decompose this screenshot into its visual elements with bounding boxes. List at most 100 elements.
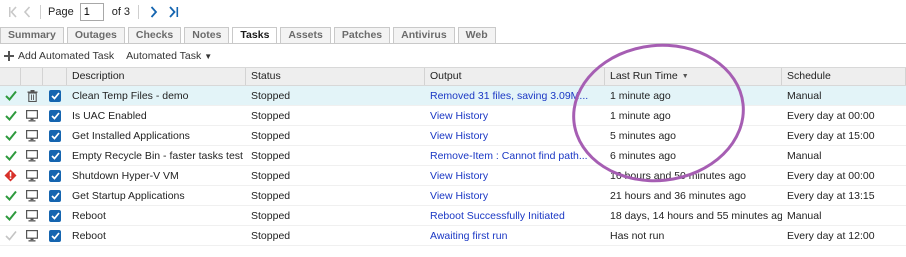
table-row[interactable]: Reboot Stopped Reboot Successfully Initiat… xyxy=(0,206,906,226)
task-description: Reboot xyxy=(72,229,106,242)
task-status: Stopped xyxy=(251,109,291,122)
task-output-link[interactable]: View History xyxy=(430,130,488,142)
table-row[interactable]: Reboot Stopped Awaiting first run Has not r… xyxy=(0,226,906,246)
task-output-link[interactable]: View History xyxy=(430,190,488,202)
task-last-run: 5 minutes ago xyxy=(610,129,676,142)
success-check-icon xyxy=(4,210,17,221)
last-page-icon[interactable] xyxy=(166,4,180,20)
table-row[interactable]: Empty Recycle Bin - faster tasks test Sto… xyxy=(0,146,906,166)
tab-web[interactable]: Web xyxy=(457,27,496,43)
row-select-cell xyxy=(43,146,67,165)
task-output-cell: View History xyxy=(425,166,605,185)
task-schedule: Manual xyxy=(787,149,822,162)
tab-checks[interactable]: Checks xyxy=(127,27,182,43)
row-checkbox[interactable] xyxy=(49,129,61,142)
monitor-icon xyxy=(26,189,38,202)
output-column-header[interactable]: Output xyxy=(425,68,605,85)
task-status: Stopped xyxy=(251,89,291,102)
task-status: Stopped xyxy=(251,229,291,242)
task-last-run: 18 days, 14 hours and 55 minutes ago xyxy=(610,209,782,222)
tab-notes[interactable]: Notes xyxy=(184,27,230,43)
task-description: Get Installed Applications xyxy=(72,129,190,142)
table-row[interactable]: Clean Temp Files - demo Stopped Removed 31… xyxy=(0,86,906,106)
task-status: Stopped xyxy=(251,169,291,182)
last-run-column-header[interactable]: Last Run Time ▼ xyxy=(605,68,782,85)
row-status-cell xyxy=(0,226,21,245)
automated-task-menu[interactable]: Automated Task ▼ xyxy=(126,50,212,62)
task-output-link[interactable]: Removed 31 files, saving 3.09M... xyxy=(430,90,588,102)
task-output-cell: View History xyxy=(425,106,605,125)
page-label: Page xyxy=(48,6,74,18)
task-status: Stopped xyxy=(251,129,291,142)
tab-antivirus[interactable]: Antivirus xyxy=(393,27,455,43)
row-checkbox[interactable] xyxy=(49,209,61,222)
tab-outages[interactable]: Outages xyxy=(66,27,125,43)
add-automated-task-button[interactable]: Add Automated Task xyxy=(4,50,114,62)
row-type-cell xyxy=(21,186,43,205)
type-icon-column-header[interactable] xyxy=(21,68,43,85)
tab-summary[interactable]: Summary xyxy=(0,27,64,43)
page-count-label: of 3 xyxy=(111,6,131,18)
row-status-cell xyxy=(0,166,21,185)
tab-patches[interactable]: Patches xyxy=(333,27,391,43)
status-icon-column-header[interactable] xyxy=(0,68,21,85)
task-status: Stopped xyxy=(251,209,291,222)
caret-down-icon: ▼ xyxy=(204,51,213,61)
monitor-icon xyxy=(26,169,38,182)
task-schedule: Every day at 12:00 xyxy=(787,229,875,242)
task-output-link[interactable]: View History xyxy=(430,170,488,182)
select-column-header[interactable] xyxy=(43,68,67,85)
task-last-run: 6 minutes ago xyxy=(610,149,676,162)
table-row[interactable]: Get Installed Applications Stopped View Hi… xyxy=(0,126,906,146)
row-checkbox[interactable] xyxy=(49,149,61,162)
monitor-icon xyxy=(26,109,38,122)
row-select-cell xyxy=(43,166,67,185)
row-type-cell xyxy=(21,206,43,225)
row-checkbox[interactable] xyxy=(49,169,61,182)
row-select-cell xyxy=(43,86,67,105)
task-output-cell: Reboot Successfully Initiated xyxy=(425,206,605,225)
toolbar: Add Automated Task Automated Task ▼ xyxy=(0,47,224,65)
row-type-cell xyxy=(21,86,43,105)
task-output-link[interactable]: Remove-Item : Cannot find path... xyxy=(430,150,588,162)
row-type-cell xyxy=(21,226,43,245)
status-column-header[interactable]: Status xyxy=(246,68,425,85)
task-description: Get Startup Applications xyxy=(72,189,185,202)
table-row[interactable]: Is UAC Enabled Stopped View History 1 minut… xyxy=(0,106,906,126)
row-status-cell xyxy=(0,186,21,205)
previous-page-icon[interactable] xyxy=(20,4,34,20)
row-select-cell xyxy=(43,186,67,205)
task-output-link[interactable]: View History xyxy=(430,110,488,122)
row-checkbox[interactable] xyxy=(49,189,61,202)
pending-check-icon xyxy=(4,230,17,241)
add-automated-task-label: Add Automated Task xyxy=(18,50,115,62)
task-output-cell: Awaiting first run xyxy=(425,226,605,245)
row-checkbox[interactable] xyxy=(49,109,61,122)
schedule-column-header[interactable]: Schedule xyxy=(782,68,906,85)
page-number-input[interactable] xyxy=(79,3,104,21)
row-select-cell xyxy=(43,206,67,225)
row-status-cell xyxy=(0,146,21,165)
task-status: Stopped xyxy=(251,149,291,162)
table-row[interactable]: Get Startup Applications Stopped View Hist… xyxy=(0,186,906,206)
row-checkbox[interactable] xyxy=(49,229,61,242)
task-schedule: Every day at 15:00 xyxy=(787,129,875,142)
row-checkbox[interactable] xyxy=(49,89,61,102)
first-page-icon[interactable] xyxy=(6,4,20,20)
task-output-link[interactable]: Awaiting first run xyxy=(430,230,507,242)
tab-tasks[interactable]: Tasks xyxy=(232,27,278,44)
next-page-icon[interactable] xyxy=(146,4,160,20)
row-select-cell xyxy=(43,226,67,245)
task-output-link[interactable]: Reboot Successfully Initiated xyxy=(430,210,565,222)
task-last-run: Has not run xyxy=(610,229,665,242)
tab-assets[interactable]: Assets xyxy=(280,27,331,43)
task-schedule: Every day at 00:00 xyxy=(787,109,875,122)
monitor-icon xyxy=(26,209,38,222)
success-check-icon xyxy=(4,90,17,101)
trash-icon[interactable] xyxy=(27,89,38,102)
monitor-icon xyxy=(26,149,38,162)
table-row[interactable]: Shutdown Hyper-V VM Stopped View History 16… xyxy=(0,166,906,186)
task-description: Empty Recycle Bin - faster tasks test xyxy=(72,149,243,162)
description-column-header[interactable]: Description xyxy=(67,68,246,85)
task-last-run: 21 hours and 36 minutes ago xyxy=(610,189,747,202)
